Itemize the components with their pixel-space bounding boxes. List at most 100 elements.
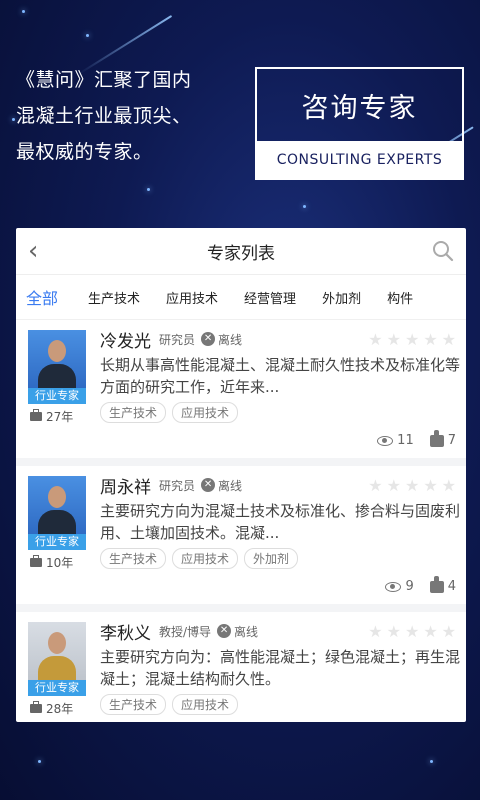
views-stat: 9	[385, 579, 414, 594]
years-value: 27年	[46, 410, 74, 424]
tag-chip: 生产技术	[100, 402, 167, 423]
briefcase-icon	[30, 701, 42, 713]
expert-title: 研究员	[159, 332, 196, 347]
likes-stat: 7	[429, 429, 456, 448]
tag-chip: 应用技术	[172, 694, 239, 715]
expert-card[interactable]: 行业专家 28年 李秋义 教授/博导 ✕ 离线 ★ ★ ★ ★ ★ 主要研究方向为：高性…	[16, 612, 466, 722]
status-text: 离线	[218, 332, 243, 347]
avatar	[28, 330, 86, 388]
star-icon: ★	[441, 476, 456, 495]
views-count: 9	[405, 579, 414, 594]
rating-stars: ★ ★ ★ ★ ★	[368, 332, 456, 348]
expert-info: 冷发光 研究员 ✕ 离线 ★ ★ ★ ★ ★ 长期从事高性能混凝土、混凝土耐久性技术及标…	[100, 328, 460, 423]
star-icon: ★	[441, 330, 456, 349]
tag-chip: 外加剂	[244, 548, 299, 569]
expert-description: 长期从事高性能混凝土、混凝土耐久性技术及标准化等方面的研究工作，近年来...	[100, 356, 460, 396]
status-text: 离线	[218, 478, 243, 493]
expert-card[interactable]: 行业专家 10年 周永祥 研究员 ✕ 离线 ★ ★ ★ ★ ★ 主要研究方向为混凝土技术…	[16, 466, 466, 612]
star-dot	[147, 188, 150, 191]
expert-title: 研究员	[159, 478, 196, 493]
tab-management[interactable]: 经营管理	[244, 288, 296, 307]
expert-badge: 行业专家	[28, 680, 86, 696]
star-icon: ★	[423, 476, 438, 495]
offline-icon: ✕	[217, 624, 232, 638]
star-icon: ★	[423, 330, 438, 349]
star-icon: ★	[386, 622, 401, 641]
star-icon: ★	[404, 622, 420, 641]
star-icon: ★	[368, 476, 383, 495]
promo-text: 《慧问》汇聚了国内 混凝土行业最顶尖、 最权威的专家。	[16, 62, 246, 170]
tab-all[interactable]: 全部	[26, 285, 58, 309]
expert-info: 周永祥 研究员 ✕ 离线 ★ ★ ★ ★ ★ 主要研究方向为混凝土技术及标准化、掺合料与…	[100, 474, 460, 569]
status-text: 离线	[234, 624, 259, 639]
badge-subtitle: CONSULTING EXPERTS	[257, 141, 462, 178]
tab-admixture[interactable]: 外加剂	[322, 288, 361, 307]
expert-name: 冷发光	[100, 331, 151, 352]
expert-title: 教授/博导	[159, 624, 212, 639]
page-title: 专家列表	[207, 243, 275, 264]
star-dot	[430, 760, 433, 763]
tag-chip: 生产技术	[100, 548, 167, 569]
star-dot	[303, 205, 306, 208]
star-icon: ★	[404, 330, 420, 349]
thumbs-up-icon	[429, 429, 444, 447]
views-count: 11	[397, 433, 414, 448]
years-value: 28年	[46, 702, 74, 716]
expert-name: 周永祥	[100, 477, 151, 498]
tab-production[interactable]: 生产技术	[88, 288, 140, 307]
star-icon: ★	[368, 622, 383, 641]
star-icon: ★	[386, 330, 401, 349]
promo-line: 混凝土行业最顶尖、	[16, 105, 192, 127]
star-icon: ★	[423, 622, 438, 641]
views-stat: 11	[377, 433, 414, 448]
rating-stars: ★ ★ ★ ★ ★	[368, 478, 456, 494]
star-dot	[38, 760, 41, 763]
tag-list: 生产技术 应用技术	[100, 694, 456, 715]
expert-name: 李秋义	[100, 623, 151, 644]
badge-title: 咨询专家	[301, 92, 418, 124]
eye-icon	[385, 581, 402, 592]
stats: 11 7	[377, 429, 456, 448]
experience-years: 28年	[30, 700, 73, 717]
search-icon[interactable]	[432, 240, 454, 262]
offline-icon: ✕	[201, 478, 216, 492]
thumbs-up-icon	[429, 575, 444, 593]
promo-line: 《慧问》汇聚了国内	[16, 69, 192, 91]
star-icon: ★	[441, 622, 456, 641]
star-icon: ★	[404, 476, 420, 495]
expert-card[interactable]: 行业专家 27年 冷发光 研究员 ✕ 离线 ★ ★ ★ ★ ★ 长期从事高性能混凝土、混…	[16, 320, 466, 466]
briefcase-icon	[30, 555, 42, 567]
app-screen: ‹ 专家列表 全部 生产技术 应用技术 经营管理 外加剂 构件 行业专家 27年…	[16, 228, 466, 722]
briefcase-icon	[30, 409, 42, 421]
tab-components[interactable]: 构件	[387, 288, 413, 307]
avatar	[28, 622, 86, 680]
star-icon: ★	[368, 330, 383, 349]
expert-description: 主要研究方向为混凝土技术及标准化、掺合料与固废利用、土壤加固技术。混凝...	[100, 502, 460, 542]
expert-badge: 行业专家	[28, 534, 86, 550]
tag-list: 生产技术 应用技术	[100, 402, 456, 423]
tag-chip: 生产技术	[100, 694, 167, 715]
tag-chip: 应用技术	[172, 548, 239, 569]
years-value: 10年	[46, 556, 74, 570]
category-tabs: 全部 生产技术 应用技术 经营管理 外加剂 构件	[16, 275, 466, 320]
star-dot	[22, 10, 25, 13]
likes-count: 7	[447, 433, 456, 448]
expert-info: 李秋义 教授/博导 ✕ 离线 ★ ★ ★ ★ ★ 主要研究方向为：高性能混凝土；绿色混凝…	[100, 620, 460, 715]
tag-chip: 应用技术	[172, 402, 239, 423]
expert-description: 主要研究方向为：高性能混凝土；绿色混凝土；再生混凝土；混凝土结构耐久性。	[100, 648, 460, 688]
offline-icon: ✕	[201, 332, 216, 346]
avatar	[28, 476, 86, 534]
eye-icon	[377, 435, 394, 446]
stats: 9 4	[385, 575, 456, 594]
star-icon: ★	[386, 476, 401, 495]
likes-count: 4	[447, 579, 456, 594]
chevron-left-icon[interactable]: ‹	[28, 236, 48, 266]
star-dot	[12, 118, 15, 121]
rating-stars: ★ ★ ★ ★ ★	[368, 624, 456, 640]
tag-list: 生产技术 应用技术 外加剂	[100, 548, 456, 569]
nav-bar: ‹ 专家列表	[16, 228, 466, 275]
tab-application[interactable]: 应用技术	[166, 288, 218, 307]
likes-stat: 4	[429, 575, 456, 594]
star-dot	[86, 34, 89, 37]
experience-years: 27年	[30, 408, 73, 425]
